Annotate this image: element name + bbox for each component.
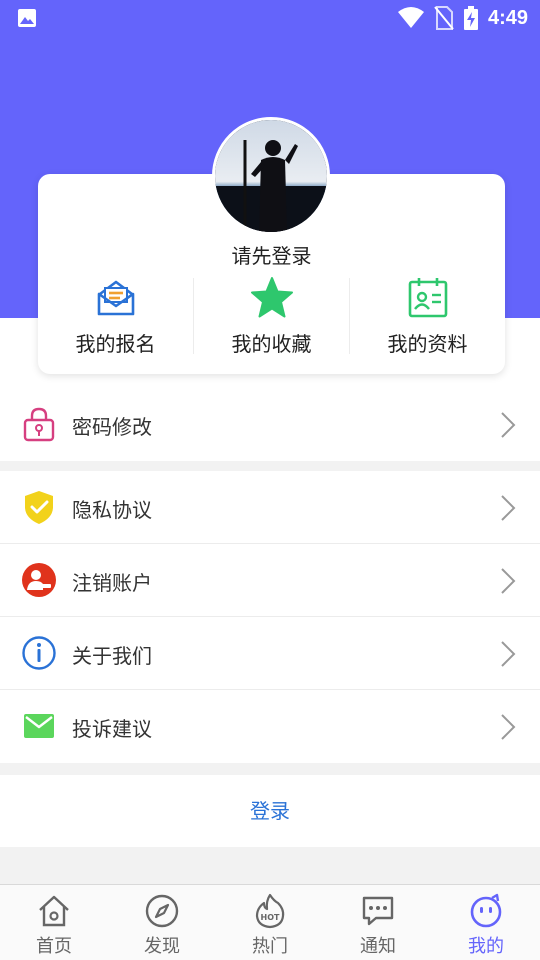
tab-mine[interactable]: 我的 — [432, 885, 540, 960]
id-card-icon — [408, 278, 447, 318]
menu-item-about-us[interactable]: 关于我们 — [0, 617, 540, 690]
tab-label: 热门 — [252, 936, 288, 957]
chevron-right-icon — [501, 568, 516, 594]
wifi-icon — [397, 7, 424, 28]
my-registrations-button[interactable]: 我的报名 — [38, 274, 193, 359]
tab-discover[interactable]: 发现 — [108, 885, 216, 960]
star-icon — [250, 277, 293, 318]
shield-check-icon — [25, 491, 53, 524]
chevron-right-icon — [501, 714, 516, 740]
battery-charging-icon — [463, 6, 478, 30]
compass-icon — [145, 894, 179, 928]
home-icon — [39, 895, 69, 927]
envelope-icon — [97, 280, 134, 316]
my-favorites-label: 我的收藏 — [231, 332, 312, 356]
menu-item-privacy-policy[interactable]: 隐私协议 — [0, 471, 540, 544]
clock: 4:49 — [487, 6, 528, 29]
bottom-tab-bar: 首页 发现 HOT 热门 通知 我的 — [0, 884, 540, 960]
tab-notifications[interactable]: 通知 — [324, 885, 432, 960]
hot-flame-icon: HOT — [255, 893, 285, 929]
menu-item-label: 关于我们 — [72, 644, 152, 668]
tab-label: 通知 — [360, 936, 396, 957]
svg-text:HOT: HOT — [261, 913, 280, 922]
tab-hot[interactable]: HOT 热门 — [216, 885, 324, 960]
menu-group-account: 隐私协议 注销账户 关于我们 投诉建议 — [0, 471, 540, 763]
menu-group-security: 密码修改 — [0, 388, 540, 461]
menu-item-delete-account[interactable]: 注销账户 — [0, 544, 540, 617]
info-icon — [22, 636, 56, 670]
login-prompt[interactable]: 请先登录 — [38, 240, 505, 269]
mail-icon — [24, 714, 54, 738]
chevron-right-icon — [501, 495, 516, 521]
tab-home[interactable]: 首页 — [0, 885, 108, 960]
chevron-right-icon — [501, 412, 516, 438]
my-favorites-button[interactable]: 我的收藏 — [194, 274, 349, 359]
menu-item-label: 隐私协议 — [72, 498, 152, 522]
menu-item-label: 密码修改 — [72, 415, 152, 439]
chevron-right-icon — [501, 641, 516, 667]
smiley-face-icon — [470, 893, 502, 928]
my-profile-button[interactable]: 我的资料 — [350, 274, 505, 359]
lock-icon — [23, 407, 55, 442]
avatar-photo — [215, 120, 327, 232]
user-remove-icon — [22, 563, 56, 597]
tab-label: 我的 — [468, 936, 504, 957]
menu-item-label: 注销账户 — [72, 571, 152, 595]
tab-label: 发现 — [144, 936, 180, 957]
menu-item-feedback[interactable]: 投诉建议 — [0, 690, 540, 763]
no-sim-icon — [434, 6, 454, 30]
status-bar: 4:49 — [0, 0, 540, 36]
menu-item-change-password[interactable]: 密码修改 — [0, 388, 540, 461]
avatar[interactable] — [212, 117, 330, 235]
my-registrations-label: 我的报名 — [75, 332, 156, 356]
login-button[interactable]: 登录 — [0, 775, 540, 847]
chat-bubble-icon — [362, 896, 394, 926]
tab-label: 首页 — [36, 936, 72, 957]
menu-item-label: 投诉建议 — [72, 717, 152, 741]
image-notification-icon — [18, 9, 36, 27]
my-profile-label: 我的资料 — [387, 332, 468, 356]
